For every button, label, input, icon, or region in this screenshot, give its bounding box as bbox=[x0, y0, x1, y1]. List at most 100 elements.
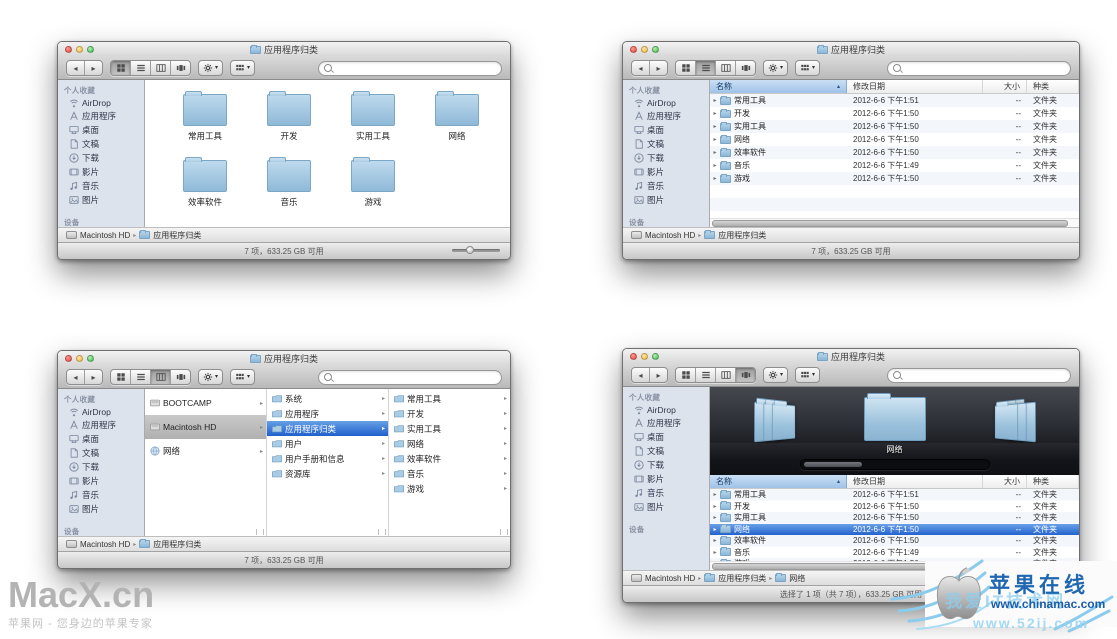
minimize-button[interactable] bbox=[641, 46, 648, 53]
coverflow-scrubber[interactable] bbox=[799, 459, 990, 470]
icon-size-slider-knob[interactable] bbox=[466, 246, 474, 254]
view-mode-list-button[interactable] bbox=[131, 370, 151, 384]
view-mode-columns-button[interactable] bbox=[151, 370, 171, 384]
column-item[interactable]: BOOTCAMP ▸ bbox=[145, 391, 266, 415]
sidebar-item-applications[interactable]: 应用程序 bbox=[623, 109, 709, 123]
sidebar-item-documents[interactable]: 文稿 bbox=[623, 137, 709, 151]
path-segment[interactable]: 应用程序归类 bbox=[704, 230, 766, 241]
close-button[interactable] bbox=[630, 353, 637, 360]
path-segment[interactable]: Macintosh HD bbox=[631, 574, 695, 583]
arrange-menu-button[interactable]: ▾ bbox=[795, 367, 821, 383]
disclosure-triangle[interactable]: ▸ bbox=[710, 136, 720, 143]
column-item[interactable]: Macintosh HD ▸ bbox=[145, 415, 266, 439]
path-segment[interactable]: 网络 bbox=[775, 573, 805, 584]
sidebar-item-downloads[interactable]: 下载 bbox=[58, 151, 144, 165]
column-item[interactable]: 效率软件 ▸ bbox=[389, 451, 510, 466]
sidebar-item-documents[interactable]: 文稿 bbox=[58, 446, 144, 460]
search-field[interactable] bbox=[318, 369, 502, 385]
view-mode-icons-button[interactable] bbox=[676, 368, 696, 382]
disclosure-triangle[interactable]: ▸ bbox=[710, 549, 720, 556]
list-row[interactable]: ▸ 效率软件 2012-6-6 下午1:50 -- 文件夹 bbox=[710, 535, 1079, 547]
view-mode-list-button[interactable] bbox=[696, 61, 716, 75]
list-row[interactable]: ▸ 音乐 2012-6-6 下午1:49 -- 文件夹 bbox=[710, 159, 1079, 172]
minimize-button[interactable] bbox=[641, 353, 648, 360]
list-row[interactable]: ▸ 游戏 2012-6-6 下午1:50 -- 文件夹 bbox=[710, 172, 1079, 185]
column-header-0[interactable]: 名称 ▴ bbox=[710, 80, 847, 93]
column-item[interactable]: 用户 ▸ bbox=[267, 436, 388, 451]
sidebar-item-music[interactable]: 音乐 bbox=[58, 488, 144, 502]
titlebar[interactable]: 应用程序归类 bbox=[623, 42, 1079, 57]
sidebar-item-music[interactable]: 音乐 bbox=[623, 486, 709, 500]
path-segment[interactable]: Macintosh HD bbox=[66, 231, 130, 240]
disclosure-triangle[interactable]: ▸ bbox=[710, 503, 720, 510]
sidebar-item-movies[interactable]: 影片 bbox=[58, 165, 144, 179]
sidebar-item-pictures[interactable]: 图片 bbox=[623, 500, 709, 514]
forward-button[interactable]: ▸ bbox=[650, 368, 667, 382]
view-mode-coverflow-button[interactable] bbox=[171, 61, 190, 75]
sidebar-item-movies[interactable]: 影片 bbox=[623, 165, 709, 179]
close-button[interactable] bbox=[65, 355, 72, 362]
path-segment[interactable]: 应用程序归类 bbox=[139, 539, 201, 550]
back-button[interactable]: ◂ bbox=[67, 370, 85, 384]
zoom-button[interactable] bbox=[87, 46, 94, 53]
column-item[interactable]: 实用工具 ▸ bbox=[389, 421, 510, 436]
coverflow-scrubber-thumb[interactable] bbox=[803, 462, 862, 467]
coverflow-folder[interactable] bbox=[771, 403, 795, 441]
column-item[interactable]: 用户手册和信息 ▸ bbox=[267, 451, 388, 466]
sidebar-item-downloads[interactable]: 下载 bbox=[58, 460, 144, 474]
list-row[interactable]: ▸ 实用工具 2012-6-6 下午1:50 -- 文件夹 bbox=[710, 120, 1079, 133]
sidebar-item-downloads[interactable]: 下载 bbox=[623, 458, 709, 472]
folder-item[interactable]: 音乐 bbox=[247, 156, 331, 208]
column-item[interactable]: 常用工具 ▸ bbox=[389, 391, 510, 406]
sidebar-item-desktop[interactable]: 桌面 bbox=[58, 123, 144, 137]
sidebar-item-downloads[interactable]: 下载 bbox=[623, 151, 709, 165]
titlebar[interactable]: 应用程序归类 bbox=[58, 42, 510, 57]
zoom-button[interactable] bbox=[87, 355, 94, 362]
icon-size-slider[interactable] bbox=[452, 246, 500, 254]
column-header-2[interactable]: 大小 bbox=[983, 475, 1027, 488]
search-input[interactable] bbox=[335, 63, 496, 73]
folder-icon[interactable] bbox=[267, 91, 311, 126]
disclosure-triangle[interactable]: ▸ bbox=[710, 97, 720, 104]
view-mode-columns-button[interactable] bbox=[716, 368, 736, 382]
action-menu-button[interactable]: ▾ bbox=[763, 60, 789, 76]
action-menu-button[interactable]: ▾ bbox=[763, 367, 789, 383]
view-mode-list-button[interactable] bbox=[131, 61, 151, 75]
forward-button[interactable]: ▸ bbox=[650, 61, 667, 75]
disclosure-triangle[interactable]: ▸ bbox=[710, 491, 720, 498]
path-segment[interactable]: Macintosh HD bbox=[631, 231, 695, 240]
list-row[interactable]: ▸ 网络 2012-6-6 下午1:50 -- 文件夹 bbox=[710, 133, 1079, 146]
disclosure-triangle[interactable]: ▸ bbox=[710, 149, 720, 156]
sidebar-item-airdrop[interactable]: AirDrop bbox=[623, 404, 709, 416]
folder-icon[interactable] bbox=[267, 157, 311, 192]
folder-icon[interactable] bbox=[351, 91, 395, 126]
column-item[interactable]: 音乐 ▸ bbox=[389, 466, 510, 481]
disclosure-triangle[interactable]: ▸ bbox=[710, 514, 720, 521]
sidebar-item-airdrop[interactable]: AirDrop bbox=[623, 97, 709, 109]
back-button[interactable]: ◂ bbox=[67, 61, 85, 75]
disclosure-triangle[interactable]: ▸ bbox=[710, 123, 720, 130]
column-item[interactable]: 游戏 ▸ bbox=[389, 481, 510, 496]
column-header-3[interactable]: 种类 bbox=[1027, 475, 1079, 488]
view-mode-coverflow-button[interactable] bbox=[736, 368, 755, 382]
view-mode-icons-button[interactable] bbox=[111, 61, 131, 75]
zoom-button[interactable] bbox=[652, 353, 659, 360]
sidebar-item-desktop[interactable]: 桌面 bbox=[623, 123, 709, 137]
search-input[interactable] bbox=[904, 370, 1065, 380]
coverflow-right-stack[interactable] bbox=[994, 401, 1036, 443]
coverflow-center-item[interactable]: 网络 bbox=[863, 393, 926, 455]
column-item[interactable]: 开发 ▸ bbox=[389, 406, 510, 421]
minimize-button[interactable] bbox=[76, 46, 83, 53]
sidebar-item-pictures[interactable]: 图片 bbox=[623, 193, 709, 207]
disclosure-triangle[interactable]: ▸ bbox=[710, 162, 720, 169]
column-header-3[interactable]: 种类 bbox=[1027, 80, 1079, 93]
column-resize-grip[interactable] bbox=[500, 529, 508, 535]
disclosure-triangle[interactable]: ▸ bbox=[710, 110, 720, 117]
list-row[interactable]: ▸ 网络 2012-6-6 下午1:50 -- 文件夹 bbox=[710, 523, 1079, 535]
folder-icon[interactable] bbox=[183, 91, 227, 126]
close-button[interactable] bbox=[65, 46, 72, 53]
disclosure-triangle[interactable]: ▸ bbox=[710, 537, 720, 544]
list-row[interactable]: ▸ 开发 2012-6-6 下午1:50 -- 文件夹 bbox=[710, 501, 1079, 513]
folder-item[interactable]: 效率软件 bbox=[163, 156, 247, 208]
path-segment[interactable]: 应用程序归类 bbox=[139, 230, 201, 241]
